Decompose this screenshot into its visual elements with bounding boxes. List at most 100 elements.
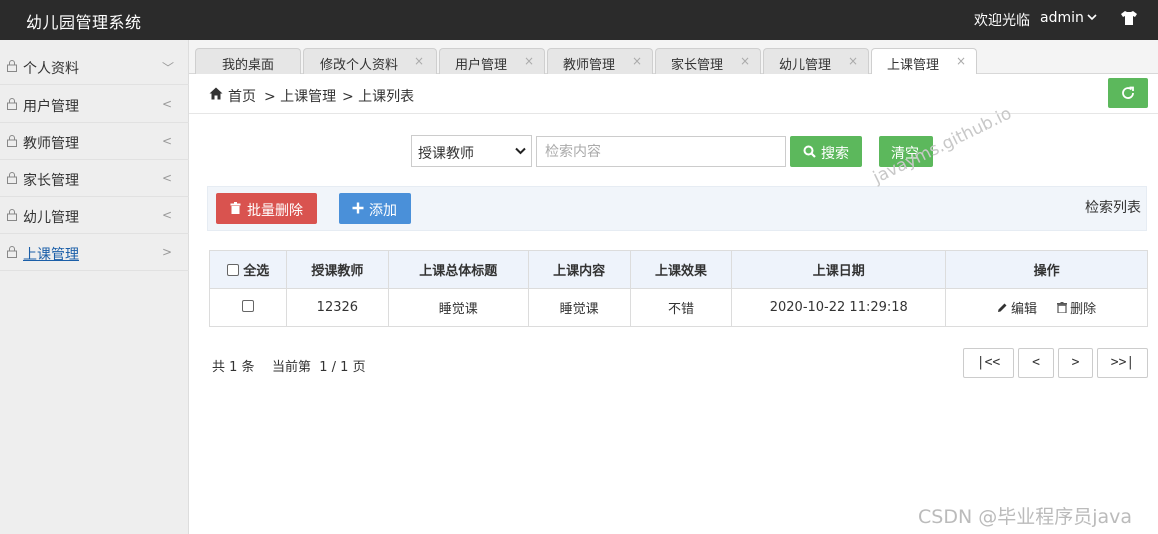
tab-label: 用户管理 [454,58,507,73]
breadcrumb-home[interactable]: 首页 [228,86,256,106]
tab-teachers[interactable]: 教师管理 × [547,48,653,74]
search-input[interactable] [536,136,786,167]
search-button[interactable]: 搜索 [790,136,862,167]
close-icon[interactable]: × [524,54,534,68]
breadcrumb: 首页 > 上课管理 > 上课列表 [189,74,1158,114]
app-title: 幼儿园管理系统 [26,13,142,32]
theme-shirt-icon[interactable] [1120,10,1138,26]
date-cell: 2020-10-22 11:29:18 [731,288,947,327]
search-button-label: 搜索 [821,146,849,162]
column-header: 上课效果 [629,250,733,289]
pencil-icon [998,303,1007,312]
search-field-select[interactable]: 授课教师 [411,135,532,167]
sidebar-item-profile[interactable]: 个人资料 ﹀ [0,48,189,85]
welcome-text: 欢迎光临 [974,13,1030,29]
tab-users[interactable]: 用户管理 × [439,48,545,74]
tab-desktop[interactable]: 我的桌面 [195,48,301,74]
sidebar-item-classes[interactable]: 上课管理 > [0,234,189,271]
table-toolbar: 批量删除 添加 检索列表 [207,186,1147,231]
pagination-total: 共 1 条 [212,360,255,375]
add-button[interactable]: 添加 [339,193,411,224]
lock-icon [7,172,17,184]
column-header: 上课总体标题 [387,250,529,289]
chevron-left-icon: < [162,134,173,148]
tab-parents[interactable]: 家长管理 × [655,48,761,74]
chevron-down-icon [515,147,526,155]
tab-label: 幼儿管理 [778,58,831,73]
tab-bar: 我的桌面 修改个人资料 × 用户管理 × 教师管理 × 家长管理 × 幼儿管理 … [189,40,1158,75]
sidebar-item-users[interactable]: 用户管理 < [0,86,189,123]
trash-icon [1057,302,1068,313]
close-icon[interactable]: × [740,54,750,68]
column-header: 上课日期 [731,250,947,289]
select-all-checkbox[interactable] [226,264,239,276]
table-header-row: 全选 授课教师 上课总体标题 上课内容 上课效果 上课日期 操作 [209,250,1148,289]
sidebar-item-label: 幼儿管理 [23,210,79,226]
batch-delete-button[interactable]: 批量删除 [216,193,317,224]
column-header: 操作 [945,250,1148,289]
add-label: 添加 [369,203,397,219]
pagination-current: 当前第 1 / 1 页 [272,360,366,375]
sidebar-item-teachers[interactable]: 教师管理 < [0,123,189,160]
column-header: 上课内容 [527,250,631,289]
delete-button[interactable]: 删除 [1057,298,1096,317]
sidebar-item-children[interactable]: 幼儿管理 < [0,197,189,234]
close-icon[interactable]: × [956,54,966,68]
chevron-left-icon: < [162,97,173,111]
close-icon[interactable]: × [848,54,858,68]
trash-icon [230,202,241,214]
lock-icon [7,135,17,147]
sidebar-item-label: 个人资料 [23,61,79,77]
lock-icon [7,209,17,221]
tab-classes[interactable]: 上课管理 × [871,48,977,75]
breadcrumb-level2: > 上课列表 [342,89,415,105]
title-cell: 睡觉课 [387,288,529,327]
sidebar-item-label: 用户管理 [23,99,79,115]
last-page-button[interactable]: >>| [1097,348,1148,378]
next-page-button[interactable]: > [1058,348,1093,378]
chevron-down-icon: ﹀ [162,61,175,75]
row-select-cell [209,288,287,327]
chevron-left-icon: < [162,208,173,222]
refresh-button[interactable] [1108,78,1148,108]
close-icon[interactable]: × [632,54,642,68]
refresh-icon [1122,86,1134,99]
tab-label: 上课管理 [886,58,939,73]
select-all-header[interactable]: 全选 [209,250,287,289]
sidebar-item-label: 上课管理 [23,247,79,263]
tab-label: 教师管理 [562,58,615,73]
row-checkbox[interactable] [241,300,254,312]
first-page-button[interactable]: |<< [963,348,1014,378]
column-header: 授课教师 [285,250,389,289]
breadcrumb-level1[interactable]: > 上课管理 [264,86,336,106]
batch-delete-label: 批量删除 [247,203,303,219]
prev-page-button[interactable]: < [1018,348,1054,378]
effect-cell: 不错 [629,288,733,327]
teacher-cell: 12326 [285,288,389,327]
data-table: 全选 授课教师 上课总体标题 上课内容 上课效果 上课日期 操作 12326 睡… [209,250,1148,327]
edit-button[interactable]: 编辑 [997,298,1037,317]
plus-icon [352,202,364,214]
sidebar-item-parents[interactable]: 家长管理 < [0,160,189,197]
top-bar: 幼儿园管理系统 欢迎光临 admin [0,0,1158,40]
content-cell: 睡觉课 [527,288,631,327]
tab-label: 修改个人资料 [319,58,398,73]
user-menu[interactable]: admin [1040,10,1084,26]
sidebar: 个人资料 ﹀ 用户管理 < 教师管理 < 家长管理 < 幼儿管理 < 上课管理 … [0,40,189,534]
chevron-right-icon: > [162,245,173,259]
home-icon [209,87,223,100]
actions-cell: 编辑 删除 [945,288,1148,327]
edit-label: 编辑 [1011,302,1038,317]
watermark: CSDN @毕业程序员java [918,506,1133,528]
tab-edit-profile[interactable]: 修改个人资料 × [303,48,437,74]
close-icon[interactable]: × [414,54,424,68]
list-title: 检索列表 [1085,200,1141,216]
tab-label: 家长管理 [670,58,723,73]
lock-icon [7,60,17,72]
tab-children[interactable]: 幼儿管理 × [763,48,869,74]
search-field-value: 授课教师 [418,146,474,162]
sidebar-item-label: 家长管理 [23,173,79,189]
lock-icon [7,98,17,110]
chevron-left-icon: < [162,171,173,185]
chevron-down-icon[interactable] [1087,12,1097,22]
